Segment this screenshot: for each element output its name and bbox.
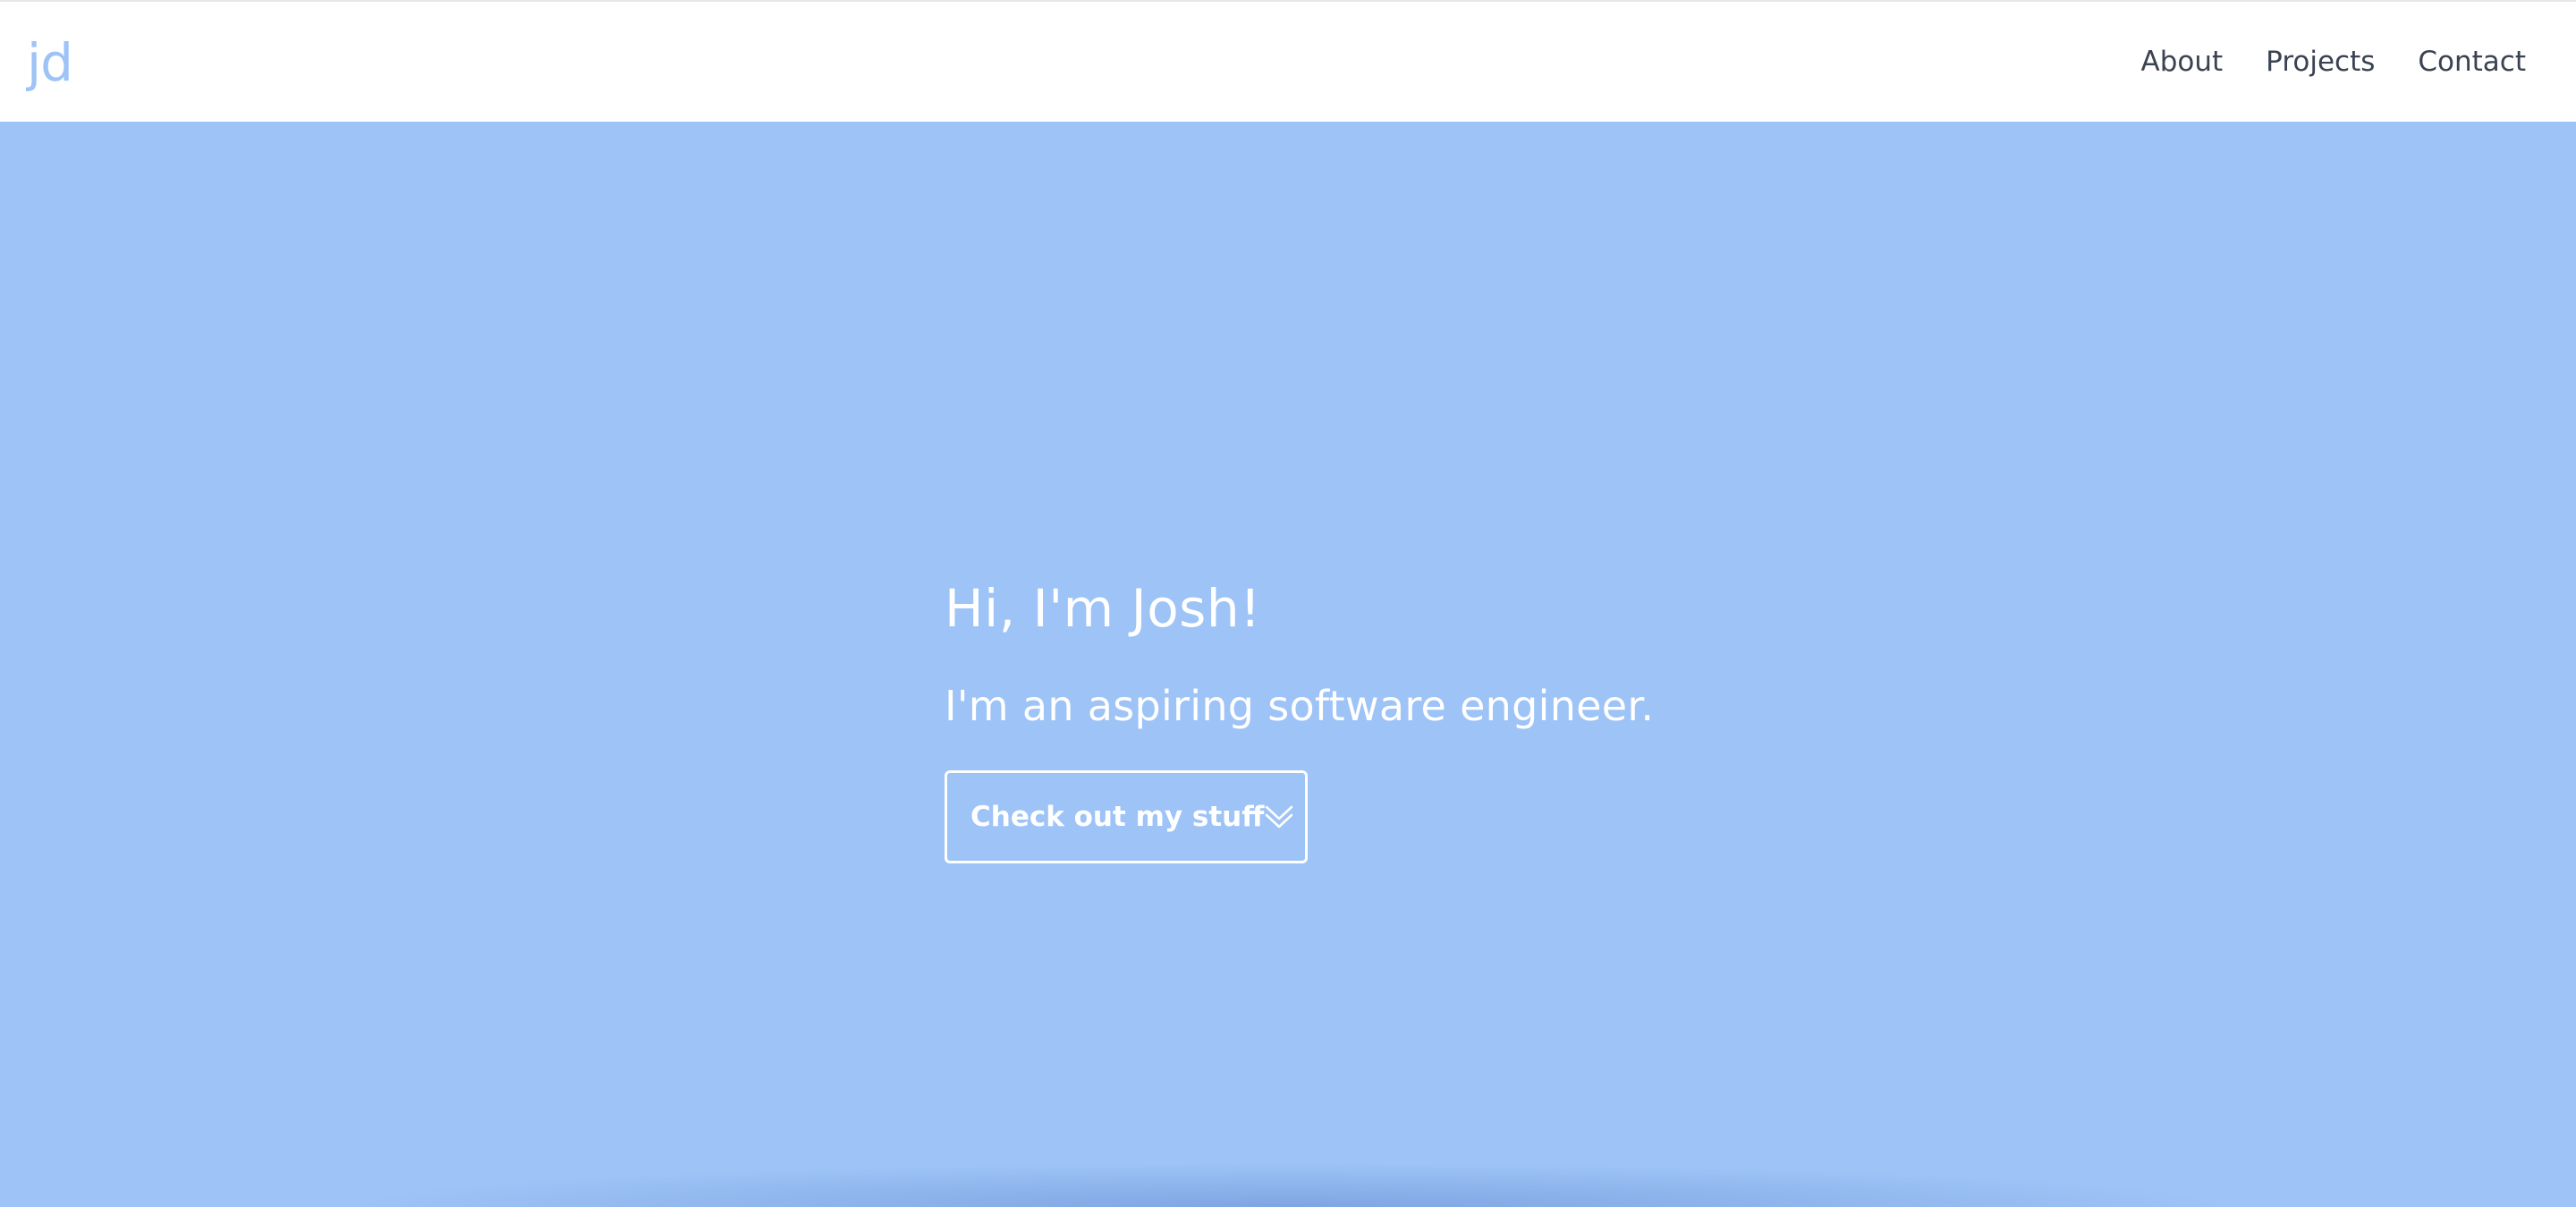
hero-content: Hi, I'm Josh! I'm an aspiring software e…	[945, 578, 1839, 863]
nav-link-about[interactable]: About	[2141, 47, 2224, 76]
nav-link-projects[interactable]: Projects	[2266, 47, 2375, 76]
site-logo[interactable]: jd	[27, 37, 73, 89]
nav-links: About Projects Contact	[2141, 47, 2526, 76]
hero-section: Hi, I'm Josh! I'm an aspiring software e…	[0, 122, 2576, 1207]
cta-label: Check out my stuff	[970, 800, 1265, 833]
hero-subtitle: I'm an aspiring software engineer.	[945, 681, 1655, 730]
double-chevron-down-icon	[1264, 802, 1294, 832]
nav-link-contact[interactable]: Contact	[2418, 47, 2526, 76]
hero-title: Hi, I'm Josh!	[945, 578, 1261, 639]
hero-bottom-shadow	[0, 1144, 2576, 1207]
check-out-my-stuff-button[interactable]: Check out my stuff	[945, 769, 1308, 863]
navbar: jd About Projects Contact	[0, 0, 2576, 122]
